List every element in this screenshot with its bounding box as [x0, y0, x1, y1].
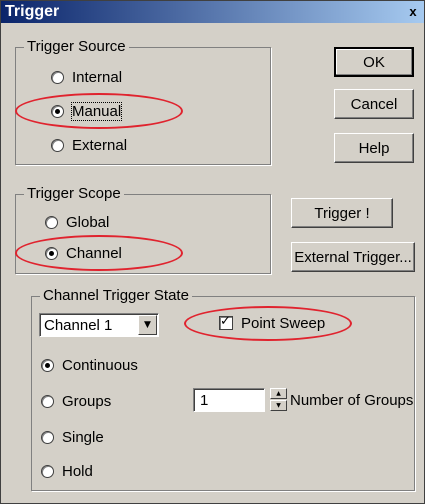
radio-source-external[interactable]: External [51, 135, 127, 155]
radio-circle-icon [51, 138, 64, 152]
radio-state-continuous[interactable]: Continuous [41, 355, 138, 375]
radio-state-single[interactable]: Single [41, 427, 104, 447]
trigger-now-button[interactable]: Trigger ! [291, 198, 393, 228]
cancel-button[interactable]: Cancel [334, 89, 414, 119]
radio-selected-icon [51, 104, 64, 118]
radio-label: Global [66, 213, 110, 231]
radio-label: Manual [70, 101, 123, 121]
groups-count-input[interactable]: 1 [193, 388, 265, 412]
ok-button[interactable]: OK [334, 47, 414, 77]
radio-state-groups[interactable]: Groups [41, 391, 111, 411]
radio-label: Internal [72, 68, 123, 86]
help-button[interactable]: Help [334, 133, 414, 163]
title-bar: Trigger x [1, 1, 424, 23]
trigger-dialog: Trigger x Trigger Source Internal Manual… [0, 0, 425, 504]
trigger-source-legend: Trigger Source [24, 38, 129, 56]
channel-select-value: Channel 1 [44, 317, 113, 334]
chevron-down-icon[interactable]: ▼ [138, 315, 157, 335]
radio-circle-icon [41, 430, 54, 444]
radio-selected-icon [45, 246, 58, 260]
radio-scope-global[interactable]: Global [45, 212, 109, 232]
radio-circle-icon [45, 215, 58, 229]
trigger-scope-legend: Trigger Scope [24, 185, 124, 203]
radio-source-manual[interactable]: Manual [51, 101, 123, 121]
radio-state-hold[interactable]: Hold [41, 461, 93, 481]
radio-circle-icon [51, 70, 64, 84]
close-icon[interactable]: x [406, 5, 420, 19]
number-of-groups-label: Number of Groups [290, 392, 414, 409]
radio-selected-icon [41, 358, 54, 372]
radio-label: Hold [62, 462, 93, 480]
spin-up-icon[interactable]: ▲ [270, 388, 287, 399]
radio-label: Continuous [62, 356, 138, 374]
radio-label: Single [62, 428, 104, 446]
dialog-title: Trigger [5, 3, 60, 20]
groups-count-value: 1 [200, 392, 209, 409]
channel-select[interactable]: Channel 1 ▼ [39, 313, 159, 337]
radio-label: Groups [62, 392, 112, 410]
radio-circle-icon [41, 464, 54, 478]
radio-scope-channel[interactable]: Channel [45, 243, 122, 263]
spin-down-icon[interactable]: ▼ [270, 400, 287, 411]
radio-label: External [72, 136, 128, 154]
checkbox-label: Point Sweep [241, 314, 326, 332]
radio-circle-icon [41, 394, 54, 408]
radio-source-internal[interactable]: Internal [51, 67, 122, 87]
point-sweep-checkbox[interactable]: Point Sweep [219, 313, 325, 333]
checkbox-checked-icon [219, 314, 233, 330]
channel-trigger-state-legend: Channel Trigger State [40, 287, 192, 305]
external-trigger-button[interactable]: External Trigger... [291, 242, 415, 272]
radio-label: Channel [66, 244, 122, 262]
